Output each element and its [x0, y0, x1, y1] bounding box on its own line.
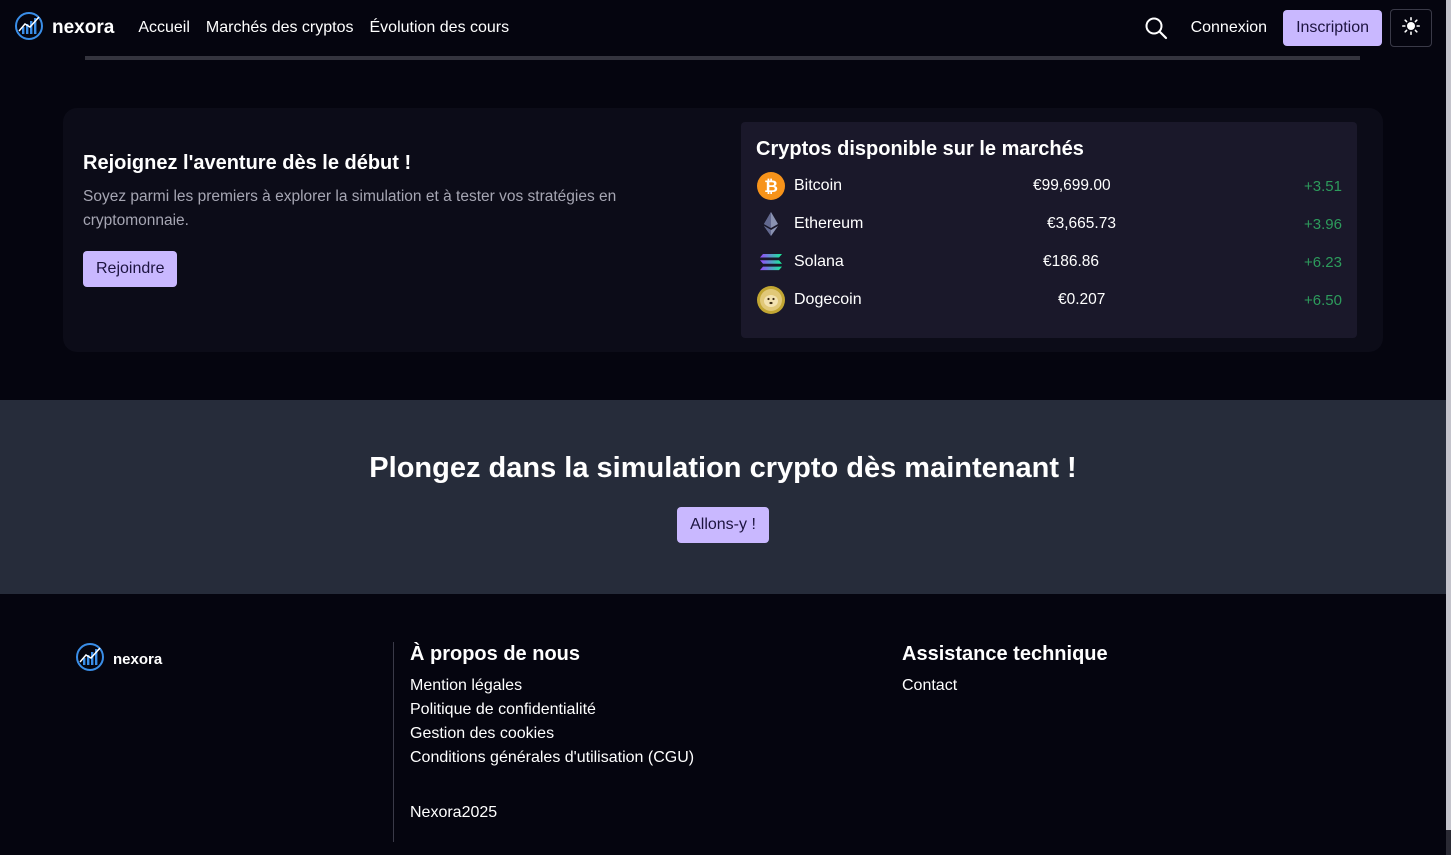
- join-button[interactable]: Rejoindre: [83, 251, 178, 287]
- crypto-row-ethereum[interactable]: Ethereum €3,665.73 +3.96: [756, 205, 1342, 243]
- footer-divider: [393, 642, 394, 842]
- sun-icon: [1402, 16, 1421, 40]
- brand-logo[interactable]: nexora: [14, 11, 114, 46]
- footer-copyright: Nexora2025: [410, 804, 498, 821]
- coin-change: +6.50: [1304, 291, 1342, 309]
- login-link[interactable]: Connexion: [1191, 19, 1268, 37]
- hero-intro: Rejoignez l'aventure dès le début ! Soye…: [83, 152, 683, 287]
- coin-name: Ethereum: [794, 215, 864, 232]
- footer-link-privacy[interactable]: Politique de confidentialité: [410, 698, 694, 722]
- crypto-panel-title: Cryptos disponible sur le marchés: [756, 138, 1084, 160]
- nexora-logo-icon: [75, 642, 105, 677]
- solana-icon: [756, 247, 786, 277]
- nexora-logo-icon: [14, 11, 44, 46]
- cta-title: Plongez dans la simulation crypto dès ma…: [369, 452, 1077, 484]
- brand-name: nexora: [52, 17, 115, 38]
- nav-links: Accueil Marchés des cryptos Évolution de…: [138, 19, 509, 37]
- signup-button[interactable]: Inscription: [1283, 10, 1382, 46]
- footer-about-column: À propos de nous Mention légales Politiq…: [410, 643, 694, 770]
- coin-change: +3.51: [1304, 177, 1342, 195]
- coin-change: +6.23: [1304, 253, 1342, 271]
- hero-title: Rejoignez l'aventure dès le début !: [83, 152, 412, 174]
- navbar: nexora Accueil Marchés des cryptos Évolu…: [0, 0, 1446, 56]
- coin-price: €0.207: [1058, 291, 1106, 308]
- hero-subtitle: Soyez parmi les premiers à explorer la s…: [83, 188, 617, 229]
- nav-actions: Connexion Inscription: [1143, 9, 1432, 47]
- crypto-row-bitcoin[interactable]: ₿ Bitcoin €99,699.00 +3.51: [756, 167, 1342, 205]
- scrollbar-track[interactable]: [1446, 0, 1451, 855]
- coin-name: Solana: [794, 253, 844, 270]
- top-divider: [85, 56, 1360, 60]
- footer-about-heading: À propos de nous: [410, 643, 580, 665]
- footer-link-mentions[interactable]: Mention légales: [410, 674, 694, 698]
- coin-name: Dogecoin: [794, 291, 862, 308]
- nav-link-accueil[interactable]: Accueil: [138, 19, 190, 37]
- cta-section: Plongez dans la simulation crypto dès ma…: [0, 400, 1446, 594]
- dogecoin-icon: [756, 285, 786, 315]
- bitcoin-icon: ₿: [756, 171, 786, 201]
- hero-card: Rejoignez l'aventure dès le début ! Soye…: [63, 108, 1383, 352]
- ethereum-icon: [756, 209, 786, 239]
- footer-link-cgu[interactable]: Conditions générales d'utilisation (CGU): [410, 746, 694, 770]
- footer-brand[interactable]: nexora: [75, 642, 162, 677]
- footer-brand-name: nexora: [113, 651, 163, 668]
- footer-support-column: Assistance technique Contact: [902, 643, 1108, 698]
- search-icon[interactable]: [1143, 15, 1169, 41]
- nav-link-marches[interactable]: Marchés des cryptos: [206, 19, 354, 37]
- crypto-row-solana[interactable]: Solana €186.86 +6.23: [756, 243, 1342, 281]
- crypto-row-dogecoin[interactable]: Dogecoin €0.207 +6.50: [756, 281, 1342, 319]
- cta-button[interactable]: Allons-y !: [677, 507, 769, 543]
- coin-price: €3,665.73: [1047, 215, 1116, 232]
- footer-link-contact[interactable]: Contact: [902, 674, 1108, 698]
- scrollbar-thumb[interactable]: [1446, 0, 1451, 830]
- coin-price: €186.86: [1043, 253, 1100, 270]
- nav-link-evolution[interactable]: Évolution des cours: [370, 19, 510, 37]
- coin-name: Bitcoin: [794, 177, 843, 194]
- theme-toggle-button[interactable]: [1390, 9, 1432, 47]
- svg-text:₿: ₿: [764, 177, 778, 197]
- coin-change: +3.96: [1304, 215, 1342, 233]
- footer-link-cookies[interactable]: Gestion des cookies: [410, 722, 694, 746]
- footer-support-heading: Assistance technique: [902, 643, 1108, 665]
- crypto-market-panel: Cryptos disponible sur le marchés ₿ Bitc…: [741, 122, 1357, 338]
- coin-price: €99,699.00: [1033, 177, 1111, 194]
